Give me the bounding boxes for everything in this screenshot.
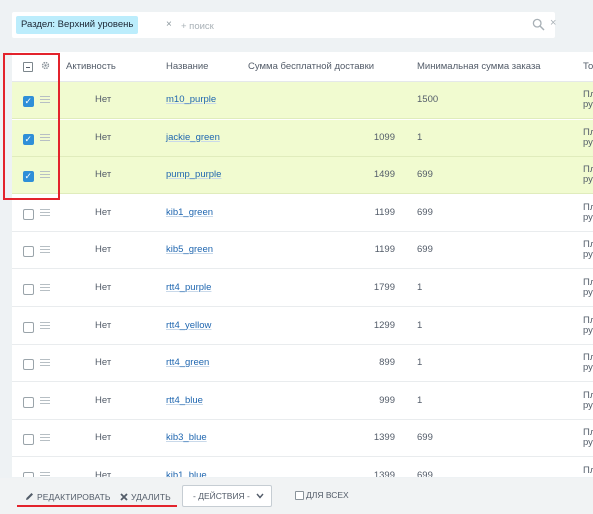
cell-name-link[interactable]: kib1_green bbox=[166, 195, 213, 232]
cell-free-delivery-sum: 1099 bbox=[373, 131, 395, 143]
row-checkbox[interactable] bbox=[23, 284, 34, 295]
drag-handle-icon[interactable] bbox=[40, 359, 50, 367]
drag-handle-icon[interactable] bbox=[40, 472, 50, 477]
cell-activity: Нет bbox=[95, 357, 112, 369]
cell-name-link[interactable]: rtt4_blue bbox=[166, 383, 203, 420]
cell-min-order-sum: 699 bbox=[417, 432, 433, 444]
filter-tag[interactable]: Раздел: Верхний уровень bbox=[16, 16, 139, 34]
cell-free-delivery-sum: 1799 bbox=[373, 282, 395, 293]
cell-activity: Нет bbox=[95, 432, 112, 444]
cell-free-delivery-sum: 999 bbox=[379, 394, 395, 406]
cell-name-link[interactable]: kib3_blue bbox=[166, 420, 207, 457]
cell-min-order-sum: 699 bbox=[417, 169, 433, 181]
drag-handle-icon[interactable] bbox=[40, 284, 50, 292]
close-icon bbox=[120, 493, 128, 501]
cell-free-delivery-sum: 1299 bbox=[373, 319, 395, 331]
table-row[interactable]: Нет rtt4_yellow 1299 1 Пл ру bbox=[12, 308, 593, 345]
delete-label: УДАЛИТЬ bbox=[131, 492, 171, 502]
annotation-highlight-box bbox=[3, 53, 60, 200]
drag-handle-icon[interactable] bbox=[40, 246, 50, 254]
cell-min-order-sum: 1 bbox=[417, 357, 423, 369]
cell-min-order-sum: 1 bbox=[417, 131, 423, 143]
cell-free-delivery-sum: 1399 bbox=[373, 470, 395, 477]
for-all-label: ДЛЯ ВСЕХ bbox=[306, 490, 349, 500]
drag-handle-icon[interactable] bbox=[40, 396, 50, 405]
clear-search-icon[interactable]: × bbox=[550, 17, 556, 29]
cell-name-link[interactable]: kib5_green bbox=[166, 232, 213, 269]
row-checkbox[interactable] bbox=[23, 359, 34, 371]
cell-free-delivery-sum bbox=[248, 82, 395, 119]
actions-dropdown-value: - ДЕЙСТВИЯ - bbox=[193, 491, 250, 501]
row-checkbox[interactable] bbox=[23, 396, 34, 408]
row-checkbox[interactable] bbox=[23, 246, 34, 258]
cell-activity: Нет bbox=[95, 244, 112, 256]
cell-min-order-sum: 1500 bbox=[417, 94, 439, 105]
cell-name-link[interactable]: rtt4_purple bbox=[166, 270, 211, 307]
drag-handle-icon[interactable] bbox=[40, 321, 50, 330]
chevron-down-icon bbox=[256, 493, 264, 499]
cell-min-order-sum: 699 bbox=[417, 470, 433, 477]
cell-min-order-sum: 699 bbox=[417, 244, 433, 256]
table-row[interactable]: Нетm10_purple1500Пл ру bbox=[12, 82, 593, 119]
cell-name-link[interactable]: rtt4_green bbox=[166, 345, 209, 382]
cell-activity: Нет bbox=[95, 470, 112, 477]
search-icon[interactable] bbox=[532, 18, 545, 31]
row-checkbox[interactable] bbox=[23, 208, 34, 220]
cell-free-delivery-sum: 1499 bbox=[373, 169, 395, 181]
cell-min-order-sum: 1 bbox=[417, 282, 423, 293]
cell-free-delivery-sum: 1199 bbox=[374, 206, 395, 218]
cell-free-delivery-sum: 1399 bbox=[373, 432, 395, 444]
table-row[interactable]: Нет kib5_green 1199 699 Пл ру bbox=[12, 232, 593, 270]
column-header-free-delivery-sum[interactable]: Сумма бесплатной доставки bbox=[248, 52, 374, 81]
cell-min-order-sum: 1 bbox=[417, 394, 423, 406]
cell-min-order-sum: 699 bbox=[417, 206, 433, 218]
edit-label: РЕДАКТИРОВАТЬ bbox=[37, 492, 111, 502]
cell-activity: Нет bbox=[95, 94, 112, 105]
for-all-checkbox[interactable] bbox=[295, 491, 304, 500]
table-row[interactable]: Нет kib1_blue 1399 699 Пл ру bbox=[12, 458, 593, 477]
cell-free-delivery-sum: 899 bbox=[379, 357, 395, 369]
table-row[interactable]: Нет rtt4_green 899 1 Пл ру bbox=[12, 345, 593, 383]
cell-name-link[interactable]: pump_purple bbox=[166, 157, 221, 194]
column-header-name[interactable]: Название bbox=[166, 52, 208, 81]
table-row[interactable]: Нет rtt4_purple 1799 1 Пл ру bbox=[12, 270, 593, 307]
cell-activity: Нет bbox=[95, 206, 112, 218]
column-header-last[interactable]: То bbox=[583, 52, 593, 81]
actions-dropdown[interactable]: - ДЕЙСТВИЯ - bbox=[182, 485, 272, 507]
cell-last: Пл ру bbox=[583, 466, 593, 477]
column-header-min-order-sum[interactable]: Минимальная сумма заказа bbox=[417, 52, 541, 81]
cell-name-link[interactable]: rtt4_yellow bbox=[166, 308, 211, 345]
row-checkbox[interactable] bbox=[23, 321, 34, 333]
data-grid: Активность Название Сумма бесплатной дос… bbox=[12, 52, 593, 477]
cell-activity: Нет bbox=[95, 394, 112, 406]
grid-header: Активность Название Сумма бесплатной дос… bbox=[12, 52, 593, 82]
cell-activity: Нет bbox=[95, 131, 112, 143]
row-checkbox[interactable] bbox=[23, 472, 34, 477]
column-header-activity[interactable]: Активность bbox=[66, 52, 116, 81]
cell-min-order-sum: 1 bbox=[417, 319, 423, 331]
cell-activity: Нет bbox=[95, 169, 112, 181]
filter-bar: Раздел: Верхний уровень × × bbox=[12, 12, 556, 38]
table-row[interactable]: Нет kib1_green 1199 699 Пл ру bbox=[12, 195, 593, 232]
annotation-underline bbox=[17, 505, 177, 507]
edit-button[interactable]: РЕДАКТИРОВАТЬ bbox=[25, 491, 111, 503]
cell-free-delivery-sum: 1199 bbox=[374, 244, 395, 256]
pencil-icon bbox=[26, 493, 33, 500]
filter-tag-remove-icon[interactable]: × bbox=[166, 16, 172, 34]
table-row[interactable]: Нетjackie_green10991Пл ру bbox=[12, 119, 593, 157]
search-input[interactable] bbox=[179, 16, 383, 36]
drag-handle-icon[interactable] bbox=[40, 434, 50, 442]
cell-activity: Нет bbox=[95, 319, 112, 331]
cell-name-link[interactable]: m10_purple bbox=[166, 82, 216, 119]
table-row[interactable]: Нет rtt4_blue 999 1 Пл ру bbox=[12, 383, 593, 420]
cell-name-link[interactable]: kib1_blue bbox=[166, 458, 207, 477]
drag-handle-icon[interactable] bbox=[40, 208, 50, 217]
cell-activity: Нет bbox=[95, 282, 112, 293]
table-row[interactable]: Нетpump_purple1499699Пл ру bbox=[12, 157, 593, 195]
delete-button[interactable]: УДАЛИТЬ bbox=[120, 491, 171, 503]
table-row[interactable]: Нет kib3_blue 1399 699 Пл ру bbox=[12, 420, 593, 458]
row-checkbox[interactable] bbox=[23, 434, 34, 446]
cell-name-link[interactable]: jackie_green bbox=[166, 120, 220, 157]
